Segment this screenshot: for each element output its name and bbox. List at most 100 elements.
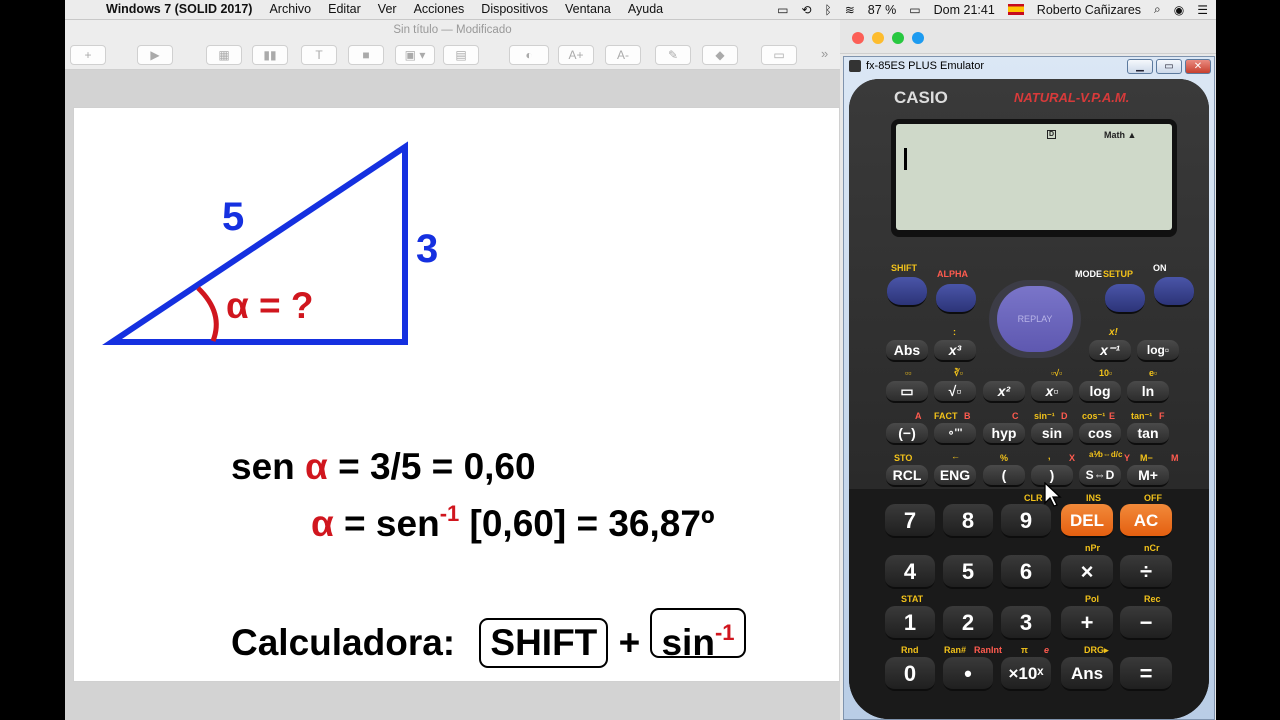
close-window-icon[interactable] xyxy=(852,32,864,44)
battery-percent[interactable]: 87 % xyxy=(868,3,897,17)
hyp-key[interactable]: hyp xyxy=(983,423,1025,445)
digit-2-key[interactable]: 2 xyxy=(943,606,993,640)
ans-key[interactable]: Ans xyxy=(1061,657,1113,691)
search-icon[interactable]: ⌕ xyxy=(1154,2,1161,17)
chart-button[interactable]: ▮▮ xyxy=(252,45,288,65)
sqrt-key[interactable]: √▫ xyxy=(934,381,976,403)
fraction-key[interactable]: ▭ xyxy=(886,381,928,403)
times-ten-power-key[interactable]: ×10ˣ xyxy=(1001,657,1051,691)
user-name[interactable]: Roberto Cañizares xyxy=(1037,3,1141,17)
siri-icon[interactable]: ◉ xyxy=(1174,3,1184,17)
menu-ver[interactable]: Ver xyxy=(378,2,397,16)
font-smaller-button[interactable]: A- xyxy=(605,45,641,65)
digit-0-key[interactable]: 0 xyxy=(885,657,935,691)
open-paren-key[interactable]: ( xyxy=(983,465,1025,487)
del-key[interactable]: DEL xyxy=(1061,504,1113,538)
multiply-key[interactable]: × xyxy=(1061,555,1113,589)
log-base-key[interactable]: log▫ xyxy=(1137,340,1179,362)
square-key[interactable]: x² xyxy=(983,381,1025,403)
m-plus-key[interactable]: M+ xyxy=(1127,465,1169,487)
bluetooth-icon[interactable]: ᛒ xyxy=(825,3,832,17)
ac-key[interactable]: AC xyxy=(1120,504,1172,538)
battery-icon[interactable]: ▭ xyxy=(909,3,920,17)
replay-pad[interactable]: REPLAY xyxy=(989,280,1081,358)
digit-1-key[interactable]: 1 xyxy=(885,606,935,640)
equals-key[interactable]: = xyxy=(1120,657,1172,691)
menu-archivo[interactable]: Archivo xyxy=(269,2,311,16)
equation-arcsine-alpha: α xyxy=(311,503,334,544)
sin-key[interactable]: sin xyxy=(1031,423,1073,445)
alpha-c-label: C xyxy=(1012,411,1019,421)
minimize-window-icon[interactable] xyxy=(872,32,884,44)
format-button[interactable]: ✎ xyxy=(655,45,691,65)
s-to-d-key[interactable]: S⇔D xyxy=(1079,465,1121,487)
negative-key[interactable]: (−) xyxy=(886,423,928,445)
eng-key[interactable]: ENG xyxy=(934,465,976,487)
digit-6-key[interactable]: 6 xyxy=(1001,555,1051,589)
play-button[interactable]: ▶ xyxy=(137,45,173,65)
time-machine-icon[interactable]: ⟲ xyxy=(801,3,811,17)
abs-key[interactable]: Abs xyxy=(886,340,928,362)
notification-center-icon[interactable]: ☰ xyxy=(1197,3,1208,17)
digit-4-key[interactable]: 4 xyxy=(885,555,935,589)
comment-button[interactable]: ▤ xyxy=(443,45,479,65)
win-maximize-button[interactable]: ▭ xyxy=(1156,59,1182,74)
document-title: Sin título — Modificado xyxy=(393,24,512,36)
calculator-window: fx-85ES PLUS Emulator ▁ ▭ ✕ CASIO NATURA… xyxy=(843,56,1215,720)
menu-dispositivos[interactable]: Dispositivos xyxy=(481,2,548,16)
slide[interactable]: 5 3 α = ? sen α = 3/5 = 0,60 α = sen-1 [… xyxy=(73,107,840,682)
wifi-icon[interactable]: ≋ xyxy=(845,3,855,17)
rcl-key[interactable]: RCL xyxy=(886,465,928,487)
menu-ayuda[interactable]: Ayuda xyxy=(628,2,663,16)
ln-key[interactable]: ln xyxy=(1127,381,1169,403)
decimal-point-key[interactable]: • xyxy=(943,657,993,691)
divide-key[interactable]: ÷ xyxy=(1120,555,1172,589)
degrees-minutes-key[interactable]: ∘''' xyxy=(934,423,976,445)
natural-vpam-logo: NATURAL-V.P.A.M. xyxy=(1014,90,1130,105)
digit-9-key[interactable]: 9 xyxy=(1001,504,1051,538)
alpha-key[interactable] xyxy=(936,284,976,314)
zoom-window-icon[interactable] xyxy=(892,32,904,44)
replay-dpad[interactable]: REPLAY xyxy=(997,286,1073,352)
setup-label: SETUP xyxy=(1103,269,1134,279)
sto-shift-label: STO xyxy=(894,453,913,463)
shift-key[interactable] xyxy=(887,277,927,307)
ins-shift-label: INS xyxy=(1086,493,1102,503)
slide-canvas: 5 3 α = ? sen α = 3/5 = 0,60 α = sen-1 [… xyxy=(65,70,840,720)
plus-key[interactable]: + xyxy=(1061,606,1113,640)
win-close-button[interactable]: ✕ xyxy=(1185,59,1211,74)
airplay-icon[interactable]: ▭ xyxy=(777,3,788,17)
menu-acciones[interactable]: Acciones xyxy=(414,2,465,16)
digit-7-key[interactable]: 7 xyxy=(885,504,935,538)
text-button[interactable]: T xyxy=(301,45,337,65)
log-key[interactable]: log xyxy=(1079,381,1121,403)
animate-button[interactable]: ◆ xyxy=(702,45,738,65)
mode-key[interactable] xyxy=(1105,284,1145,314)
spain-flag-icon[interactable] xyxy=(1007,4,1024,15)
collaborate-button[interactable]: ◐ xyxy=(509,45,549,65)
off-shift-label: OFF xyxy=(1144,493,1162,503)
digit-3-key[interactable]: 3 xyxy=(1001,606,1051,640)
cos-key[interactable]: cos xyxy=(1079,423,1121,445)
media-button[interactable]: ▣ ▾ xyxy=(395,45,435,65)
on-key[interactable] xyxy=(1154,277,1194,307)
menu-ventana[interactable]: Ventana xyxy=(565,2,611,16)
add-slide-button[interactable]: + xyxy=(70,45,106,65)
app-menu[interactable]: Windows 7 (SOLID 2017) xyxy=(106,2,252,16)
document-button[interactable]: ▭ xyxy=(761,45,797,65)
tan-key[interactable]: tan xyxy=(1127,423,1169,445)
power-key[interactable]: x▫ xyxy=(1031,381,1073,403)
clock[interactable]: Dom 21:41 xyxy=(934,3,995,17)
vm-status-icon xyxy=(912,32,924,44)
more-chevron-icon[interactable]: » xyxy=(821,46,828,61)
digit-5-key[interactable]: 5 xyxy=(943,555,993,589)
menu-editar[interactable]: Editar xyxy=(328,2,361,16)
digit-8-key[interactable]: 8 xyxy=(943,504,993,538)
win-minimize-button[interactable]: ▁ xyxy=(1127,59,1153,74)
reciprocal-key[interactable]: x⁻¹ xyxy=(1089,340,1131,362)
font-bigger-button[interactable]: A+ xyxy=(558,45,594,65)
minus-key[interactable]: − xyxy=(1120,606,1172,640)
shape-button[interactable]: ■ xyxy=(348,45,384,65)
cube-key[interactable]: x³ xyxy=(934,340,976,362)
table-button[interactable]: ▦ xyxy=(206,45,242,65)
